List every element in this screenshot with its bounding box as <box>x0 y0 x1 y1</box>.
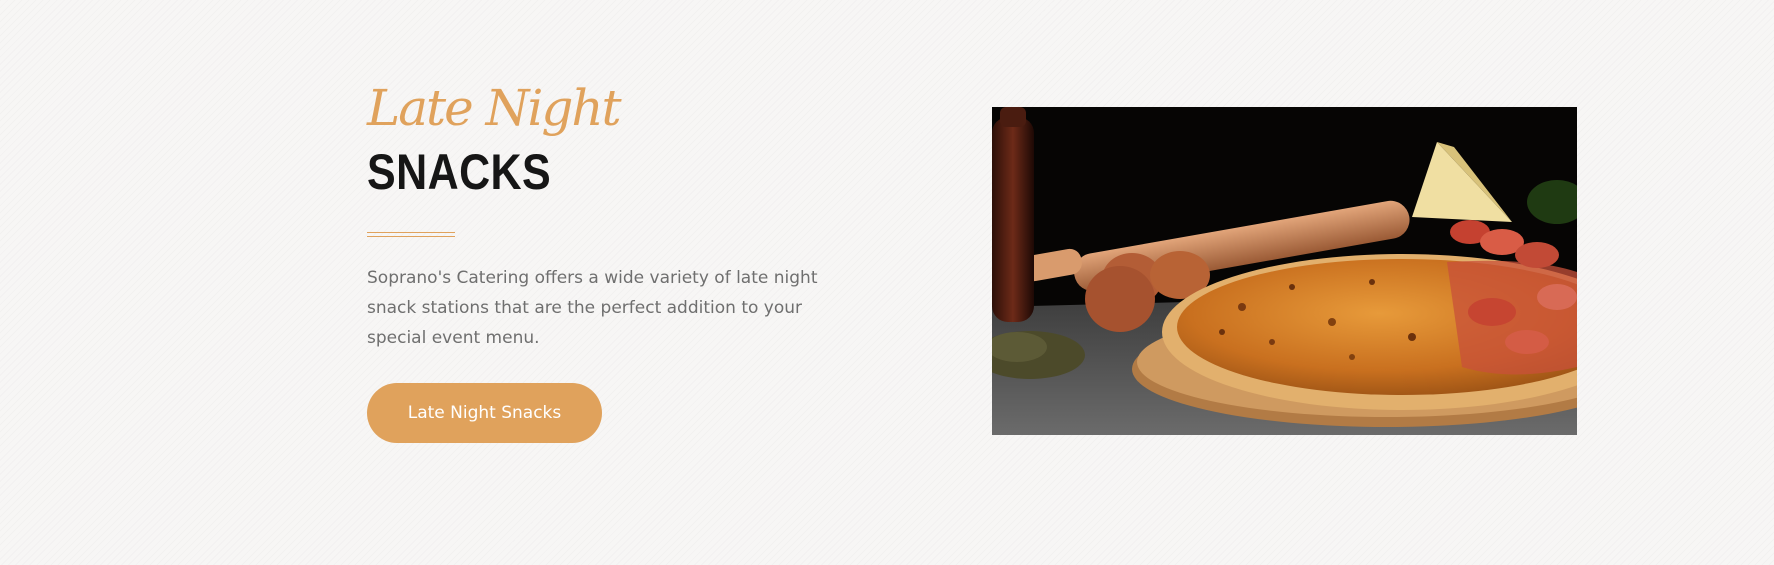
script-heading: Late Night <box>367 79 622 137</box>
title-divider <box>367 232 455 237</box>
section-title: SNACKS <box>367 144 552 200</box>
late-night-snacks-text: Late Night SNACKS Soprano's Catering off… <box>367 78 847 443</box>
late-night-snacks-button[interactable]: Late Night Snacks <box>367 383 602 443</box>
pizza-photo <box>992 107 1577 435</box>
section-description: Soprano's Catering offers a wide variety… <box>367 268 818 348</box>
